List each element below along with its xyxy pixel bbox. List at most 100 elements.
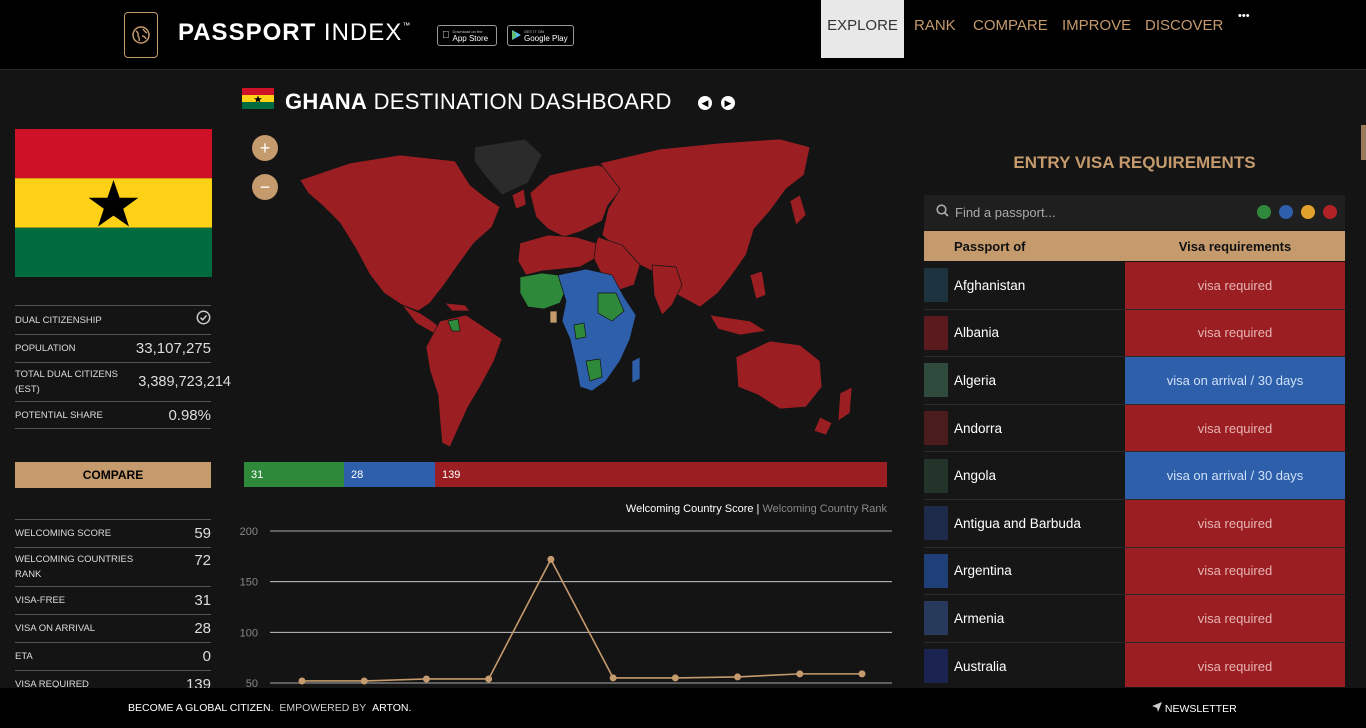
nav-discover[interactable]: DISCOVER [1145,0,1223,58]
table-row[interactable]: Albania visa required [924,309,1345,358]
country-name[interactable]: Argentina [954,563,1012,578]
country-name[interactable]: Algeria [954,373,996,388]
stat-visa-on-arrival: VISA ON ARRIVAL 28 [15,614,211,642]
passport-cell: Australia [924,642,1125,687]
scrollbar-thumb[interactable] [1361,125,1366,160]
passport-cover-icon [924,268,948,303]
passport-cell: Afghanistan [924,262,1125,309]
nav-improve[interactable]: IMPROVE [1062,0,1131,58]
filter-visa-on-arrival-dot[interactable] [1279,205,1293,219]
visa-requirement: visa required [1125,404,1345,452]
chevron-right-icon[interactable]: ▶ [721,96,735,110]
score-point [422,675,430,683]
map-ghana [549,310,558,324]
table-header: Passport of Visa requirements [924,231,1345,261]
arton-link[interactable]: ARTON. [372,702,411,714]
visa-requirement: visa required [1125,642,1345,687]
dashboard-title: GHANA DESTINATION DASHBOARD [285,89,672,114]
nav-rank[interactable]: RANK [914,0,956,58]
table-row[interactable]: Armenia visa required [924,595,1345,643]
visa-on-arrival-bar[interactable]: 28 [344,462,435,487]
entry-visa-title: ENTRY VISA REQUIREMENTS [1013,153,1256,172]
chevron-left-icon[interactable]: ◀ [698,96,712,110]
apple-icon:  [442,30,450,41]
table-row[interactable]: Algeria visa on arrival / 30 days [924,357,1345,405]
visa-requirement: visa required [1125,547,1345,595]
score-point [485,675,493,683]
score-point [609,674,617,682]
country-name[interactable]: Australia [954,659,1007,674]
legend-rank[interactable]: Welcoming Country Rank [762,503,887,515]
score-point [671,674,679,682]
stat-visa-required: VISA REQUIRED 139 [15,670,211,688]
ghana-flag-small [242,88,274,109]
map-greenland [473,138,543,196]
logo-globe-icon[interactable] [124,12,158,58]
compare-button[interactable]: COMPARE [15,462,211,488]
passport-cell: Angola [924,452,1125,499]
stat-population: POPULATION 33,107,275 [15,334,211,362]
passport-search [924,195,1345,230]
table-row[interactable]: Antigua and Barbuda visa required [924,499,1345,548]
col-visa-requirements[interactable]: Visa requirements [1125,239,1345,254]
stat-welcoming-score: WELCOMING SCORE 59 [15,519,211,547]
ghana-flag-large [15,129,212,277]
score-point [796,670,804,678]
table-row[interactable]: Argentina visa required [924,547,1345,596]
map-north-america [299,154,501,312]
visa-requirement: visa required [1125,262,1345,309]
world-map[interactable] [280,125,900,455]
visa-table: Afghanistan visa required Albania visa requ… [924,262,1345,687]
newsletter-link[interactable]: NEWSLETTER [1152,702,1237,715]
passport-cover-icon [924,411,948,446]
search-input[interactable] [955,205,1235,220]
nav-explore[interactable]: EXPLORE [821,0,904,58]
visa-requirement: visa required [1125,499,1345,547]
visa-requirement: visa required [1125,309,1345,357]
country-name[interactable]: Armenia [954,611,1004,626]
nav-compare[interactable]: COMPARE [973,0,1048,58]
passport-cell: Antigua and Barbuda [924,499,1125,547]
country-name[interactable]: Andorra [954,421,1002,436]
welcoming-score-chart: 50 100 150 200 [240,526,892,688]
visa-requirement: visa on arrival / 30 days [1125,357,1345,404]
table-row[interactable]: Afghanistan visa required [924,262,1345,310]
passport-cover-icon [924,363,948,398]
filter-visa-required-dot[interactable] [1323,205,1337,219]
play-icon [512,27,521,45]
filter-eta-dot[interactable] [1301,205,1315,219]
country-name[interactable]: Albania [954,325,999,340]
passport-cover-icon [924,506,948,541]
y-tick-label: 100 [240,627,258,639]
table-row[interactable]: Andorra visa required [924,404,1345,453]
country-name[interactable]: Afghanistan [954,278,1025,293]
filter-visa-free-dot[interactable] [1257,205,1271,219]
table-row[interactable]: Australia visa required [924,642,1345,687]
country-stats-bottom: WELCOMING SCORE 59 WELCOMING COUNTRIES R… [15,519,211,688]
y-tick-label: 50 [246,678,258,688]
brand-logo[interactable]: PASSPORT INDEX™ [178,19,411,47]
country-name[interactable]: Angola [954,468,996,483]
map-south-america [425,314,503,448]
more-menu-icon[interactable]: ••• [1238,0,1250,48]
stat-welcoming-rank: WELCOMING COUNTRIES RANK 72 [15,547,211,586]
visa-required-bar[interactable]: 139 [435,462,887,487]
passport-cell: Albania [924,309,1125,357]
country-stats-top: DUAL CITIZENSHIP POPULATION 33,107,275 T… [15,305,231,429]
footer: BECOME A GLOBAL CITIZEN. EMPOWERED BY AR… [0,688,1366,728]
visa-free-bar[interactable]: 31 [244,462,344,487]
map-india [651,264,683,316]
app-store-button[interactable]:  Download on theApp Store [437,25,497,46]
search-icon [936,203,949,222]
col-passport-of[interactable]: Passport of [924,239,1125,254]
score-point [298,677,306,685]
passport-cell: Andorra [924,404,1125,452]
passport-cover-icon [924,601,948,636]
zoom-in-button[interactable]: + [252,135,278,161]
google-play-button[interactable]: GET IT ON Google Play [507,25,574,46]
legend-score[interactable]: Welcoming Country Score [626,503,754,515]
table-row[interactable]: Angola visa on arrival / 30 days [924,452,1345,500]
zoom-out-button[interactable]: − [252,174,278,200]
country-name[interactable]: Antigua and Barbuda [954,516,1081,531]
passport-cell: Argentina [924,547,1125,595]
